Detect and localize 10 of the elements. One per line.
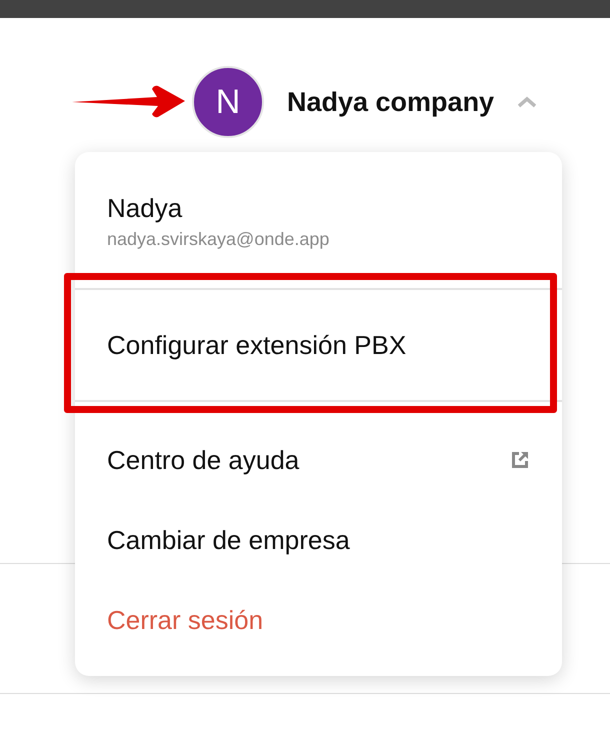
user-email: nadya.svirskaya@onde.app	[107, 228, 330, 251]
external-link-icon	[510, 450, 530, 470]
user-name: Nadya	[107, 192, 184, 224]
avatar[interactable]: N	[192, 66, 264, 138]
menu-item[interactable]: Cerrar sesión	[75, 580, 562, 660]
menu-item[interactable]: Cambiar de empresa	[75, 500, 562, 580]
chevron-icon[interactable]	[518, 96, 536, 108]
menu-item[interactable]: Centro de ayuda	[75, 420, 562, 500]
company-name[interactable]: Nadya company	[287, 86, 494, 118]
menu-item[interactable]: Configurar extensión PBX	[75, 290, 562, 400]
